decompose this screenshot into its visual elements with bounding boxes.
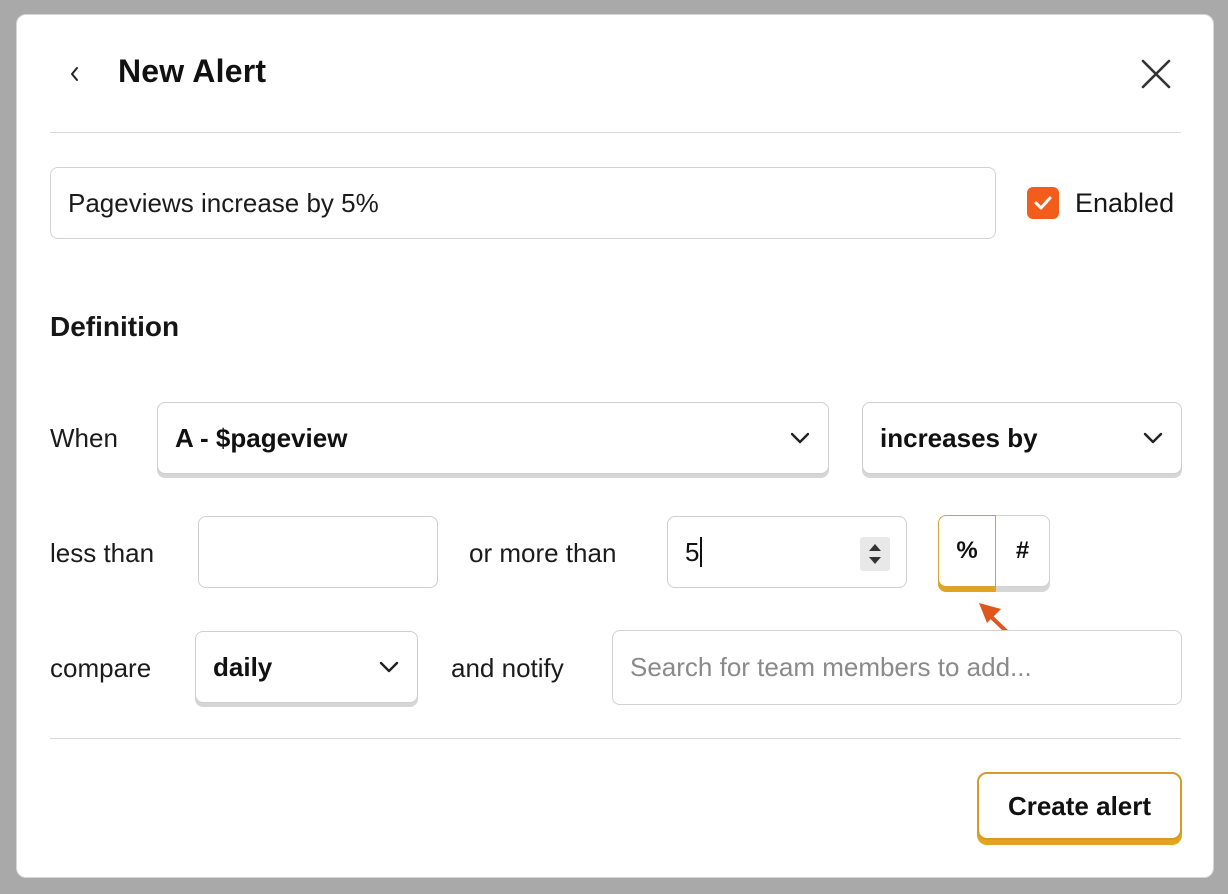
chevron-down-icon — [1142, 427, 1164, 449]
more-than-input[interactable]: 5 — [667, 516, 907, 588]
header-divider — [50, 132, 1181, 133]
back-button[interactable] — [63, 59, 87, 89]
or-more-than-label: or more than — [469, 538, 617, 568]
enabled-toggle[interactable]: Enabled — [1027, 187, 1174, 219]
series-select-value: A - $pageview — [175, 422, 348, 453]
less-than-label: less than — [50, 538, 155, 568]
when-label: When — [50, 423, 118, 453]
modal-title: New Alert — [118, 53, 267, 89]
text-caret — [700, 537, 703, 567]
condition-select[interactable]: increases by — [862, 402, 1182, 474]
less-than-input[interactable] — [198, 516, 438, 588]
close-icon — [1141, 59, 1171, 89]
unit-number-button[interactable]: # — [996, 515, 1050, 587]
and-notify-label: and notify — [451, 653, 564, 683]
number-stepper[interactable] — [860, 537, 890, 571]
more-than-value: 5 — [685, 536, 700, 567]
new-alert-modal: New Alert Enabled Definition When A - $p… — [16, 14, 1214, 878]
create-alert-button[interactable]: Create alert — [977, 772, 1182, 840]
series-select[interactable]: A - $pageview — [157, 402, 829, 474]
checkmark-icon — [1034, 196, 1052, 210]
condition-select-value: increases by — [880, 422, 1038, 453]
modal-header: New Alert — [17, 15, 1213, 133]
chevron-down-icon — [378, 656, 400, 678]
chevron-left-icon — [71, 67, 78, 81]
stepper-down-icon — [869, 557, 881, 564]
compare-select-value: daily — [213, 651, 273, 682]
alert-name-input[interactable] — [50, 167, 996, 239]
notify-search-input[interactable] — [612, 630, 1182, 705]
compare-select[interactable]: daily — [195, 631, 418, 703]
unit-percent-button[interactable]: % — [938, 515, 996, 587]
compare-label: compare — [50, 653, 152, 683]
close-button[interactable] — [1135, 53, 1177, 95]
stepper-up-icon — [869, 544, 881, 551]
enabled-checkbox[interactable] — [1027, 187, 1059, 219]
unit-toggle: % # — [938, 515, 1050, 587]
definition-heading: Definition — [50, 311, 180, 342]
footer-divider — [50, 738, 1181, 739]
enabled-label: Enabled — [1075, 187, 1175, 218]
chevron-down-icon — [789, 427, 811, 449]
